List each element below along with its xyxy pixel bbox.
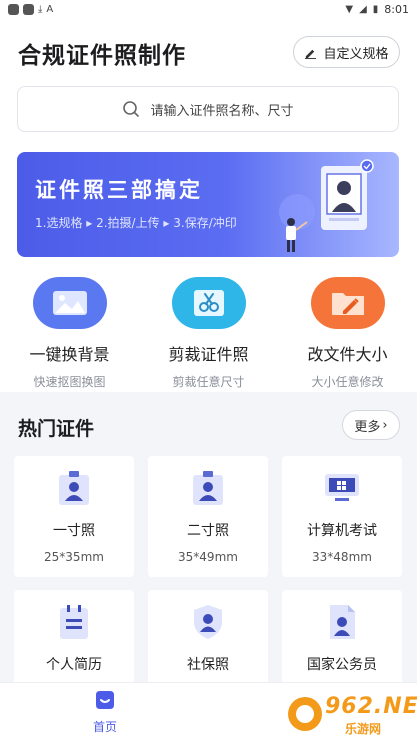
nav-home[interactable]: 首页 <box>80 689 130 735</box>
hot-ids-header: 热门证件 更多 › <box>0 392 417 448</box>
shield-user-icon <box>188 602 228 642</box>
card-computer-exam[interactable]: 计算机考试 33*48mm <box>282 456 402 577</box>
feature-name: 改文件大小 <box>307 345 388 364</box>
scissors-icon <box>171 277 246 329</box>
id-photo-illustration <box>279 159 374 252</box>
watermark-text: 962.NET <box>325 694 417 719</box>
feature-resize-file[interactable]: 改文件大小 大小任意修改 <box>278 277 417 390</box>
search-placeholder: 请输入证件照名称、尺寸 <box>150 103 294 119</box>
banner-title: 证件照三部搞定 <box>35 178 203 202</box>
document-user-icon <box>322 602 362 642</box>
card-name: 社保照 <box>187 657 229 673</box>
page-title: 合规证件照制作 <box>18 43 186 69</box>
card-name: 计算机考试 <box>307 523 377 539</box>
watermark-emblem <box>288 697 322 731</box>
feature-sub: 剪裁任意尺寸 <box>172 375 245 389</box>
folder-edit-icon <box>310 277 385 329</box>
search-icon <box>123 101 140 117</box>
feature-crop-photo[interactable]: 剪裁证件照 剪裁任意尺寸 <box>139 277 278 390</box>
section-title: 热门证件 <box>18 418 95 440</box>
notification-icon <box>8 3 19 15</box>
watermark-sub: 乐游网 <box>345 722 382 736</box>
card-name: 国家公务员 <box>307 657 377 673</box>
feature-change-background[interactable]: 一键换背景 快速抠图换图 <box>0 277 139 390</box>
custom-spec-label: 自定义规格 <box>323 46 389 62</box>
image-icon <box>32 277 107 329</box>
home-icon <box>96 691 114 709</box>
notification-icon <box>23 3 34 15</box>
custom-spec-button[interactable]: 自定义规格 <box>293 36 400 68</box>
card-name: 个人简历 <box>46 657 102 673</box>
card-two-inch[interactable]: 二寸照 35*49mm <box>148 456 268 577</box>
card-size: 33*48mm <box>312 550 372 564</box>
status-time: 8:01 <box>384 2 409 16</box>
more-button[interactable]: 更多 › <box>342 410 400 440</box>
nav-home-label: 首页 <box>92 720 117 734</box>
feature-sub: 快速抠图换图 <box>33 375 106 389</box>
banner-steps: 1.选规格 ▸ 2.拍摄/上传 ▸ 3.保存/冲印 <box>35 216 237 230</box>
id-badge-icon <box>188 468 228 508</box>
promo-banner[interactable]: 证件照三部搞定 1.选规格 ▸ 2.拍摄/上传 ▸ 3.保存/冲印 <box>17 152 399 257</box>
battery-icon: ▮ <box>372 3 379 15</box>
top-panel: 合规证件照制作 自定义规格 请输入证件照名称、尺寸 证件照三部搞定 1.选规格 … <box>0 18 417 281</box>
card-one-inch[interactable]: 一寸照 25*35mm <box>14 456 134 577</box>
card-name: 一寸照 <box>53 523 95 539</box>
wifi-icon: ▼ <box>345 3 354 15</box>
card-size: 25*35mm <box>44 550 104 564</box>
signal-icon: ◢ <box>359 3 367 15</box>
feature-row: 一键换背景 快速抠图换图 剪裁证件照 剪裁任意尺寸 改文件大小 大小任意修改 <box>0 277 417 392</box>
font-icon: A <box>46 3 54 15</box>
chevron-right-icon: › <box>382 417 388 433</box>
more-label: 更多 <box>354 419 381 435</box>
feature-name: 一键换背景 <box>29 345 110 364</box>
computer-icon <box>322 468 362 508</box>
download-icon: ⤓ <box>38 3 43 15</box>
card-name: 二寸照 <box>187 523 229 539</box>
id-badge-icon <box>54 468 94 508</box>
resume-icon <box>54 602 94 642</box>
feature-name: 剪裁证件照 <box>168 345 249 364</box>
feature-sub: 大小任意修改 <box>311 375 384 389</box>
search-input[interactable]: 请输入证件照名称、尺寸 <box>17 86 399 132</box>
status-bar: ⤓ A ▼ ◢ ▮ 8:01 <box>0 0 417 18</box>
watermark-logo: 962.NET 乐游网 <box>285 690 417 736</box>
edit-icon <box>305 49 317 59</box>
card-size: 35*49mm <box>178 550 238 564</box>
